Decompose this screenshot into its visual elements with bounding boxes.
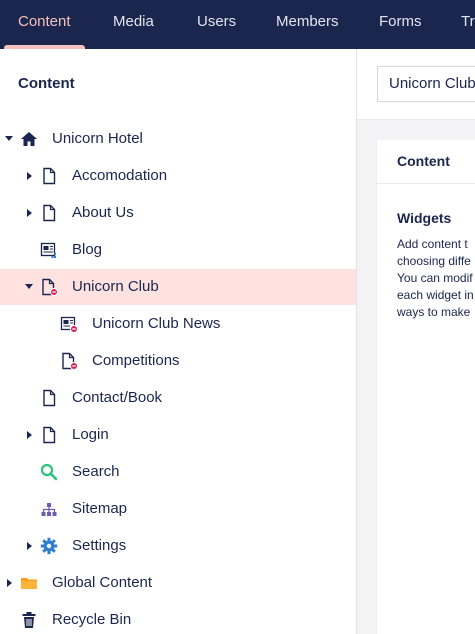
widgets-description-line: Add content t [397,237,468,251]
tab-content[interactable]: Content [4,0,84,49]
caret-right-icon[interactable] [27,431,32,439]
tree-item-unicorn-club-news[interactable]: Unicorn Club News [0,306,356,342]
document-icon [40,167,58,185]
tree-item-contact-book[interactable]: Contact/Book [0,380,356,416]
content-card: Content Widgets Add content t choosing d… [377,140,475,634]
card-header: Content [377,140,475,184]
document-restricted-icon [40,278,58,296]
tree-item-sitemap[interactable]: Sitemap [0,491,356,527]
tree-item-label: Settings [72,537,127,554]
tree-item-global-content[interactable]: Global Content [0,565,356,601]
home-icon [20,130,38,148]
content-tree-sidebar: Content Unicorn Hotel Accomodation About… [0,49,357,634]
tree-item-label: About Us [72,204,134,221]
top-navigation: Content Media Users Members Forms Tr [0,0,475,49]
tree-item-recycle-bin[interactable]: Recycle Bin [0,602,356,634]
tree-item-search[interactable]: Search [0,454,356,490]
node-name-value: Unicorn Club [389,75,475,92]
node-name-input[interactable]: Unicorn Club [377,66,475,102]
tree-item-blog[interactable]: Blog [0,232,356,268]
tree-item-unicorn-hotel[interactable]: Unicorn Hotel [0,121,356,157]
widgets-description-line: You can modif [397,271,473,285]
tree-item-label: Recycle Bin [52,611,132,628]
editor-panel: Unicorn Club Content Widgets Add content… [357,49,475,634]
tree-item-label: Login [72,426,109,443]
search-icon [40,463,58,481]
tree-item-label: Unicorn Hotel [52,130,143,147]
caret-right-icon[interactable] [27,209,32,217]
caret-right-icon[interactable] [27,542,32,550]
tab-forms[interactable]: Forms [379,0,422,49]
tree-item-label: Contact/Book [72,389,163,406]
tree-item-accomodation[interactable]: Accomodation [0,158,356,194]
document-icon [40,426,58,444]
trash-icon [20,611,38,629]
editor-header: Unicorn Club [357,49,475,120]
tab-members[interactable]: Members [276,0,339,49]
tab-media[interactable]: Media [113,0,154,49]
document-icon [40,389,58,407]
tree-item-label: Sitemap [72,500,128,517]
newspaper-icon [40,241,58,259]
tree-item-label: Search [72,463,120,480]
widgets-description-line: choosing diffe [397,254,471,268]
sitemap-icon [40,500,58,518]
caret-down-icon[interactable] [25,284,33,289]
sidebar-title: Content [18,75,75,92]
gear-icon [40,537,58,555]
widgets-description-line: ways to make [397,305,471,319]
tree-item-about-us[interactable]: About Us [0,195,356,231]
tree-item-label: Global Content [52,574,153,591]
tree-item-competitions[interactable]: Competitions [0,343,356,379]
tree-item-login[interactable]: Login [0,417,356,453]
newspaper-restricted-icon [60,315,78,333]
card-title: Content [397,153,450,169]
document-icon [40,204,58,222]
widgets-description-line: each widget in [397,288,474,302]
caret-right-icon[interactable] [7,579,12,587]
tree-item-label: Accomodation [72,167,168,184]
tab-users[interactable]: Users [197,0,236,49]
tree-item-settings[interactable]: Settings [0,528,356,564]
widgets-title: Widgets [397,210,452,226]
tree-item-label: Competitions [92,352,180,369]
tree-item-unicorn-club[interactable]: Unicorn Club [0,269,356,305]
tree-item-label: Blog [72,241,103,258]
caret-right-icon[interactable] [27,172,32,180]
caret-down-icon[interactable] [5,136,13,141]
tree-item-label: Unicorn Club [72,278,159,295]
tree-item-label: Unicorn Club News [92,315,221,332]
folder-icon [20,574,38,592]
document-restricted-icon [60,352,78,370]
tab-translation[interactable]: Tr [461,0,475,49]
